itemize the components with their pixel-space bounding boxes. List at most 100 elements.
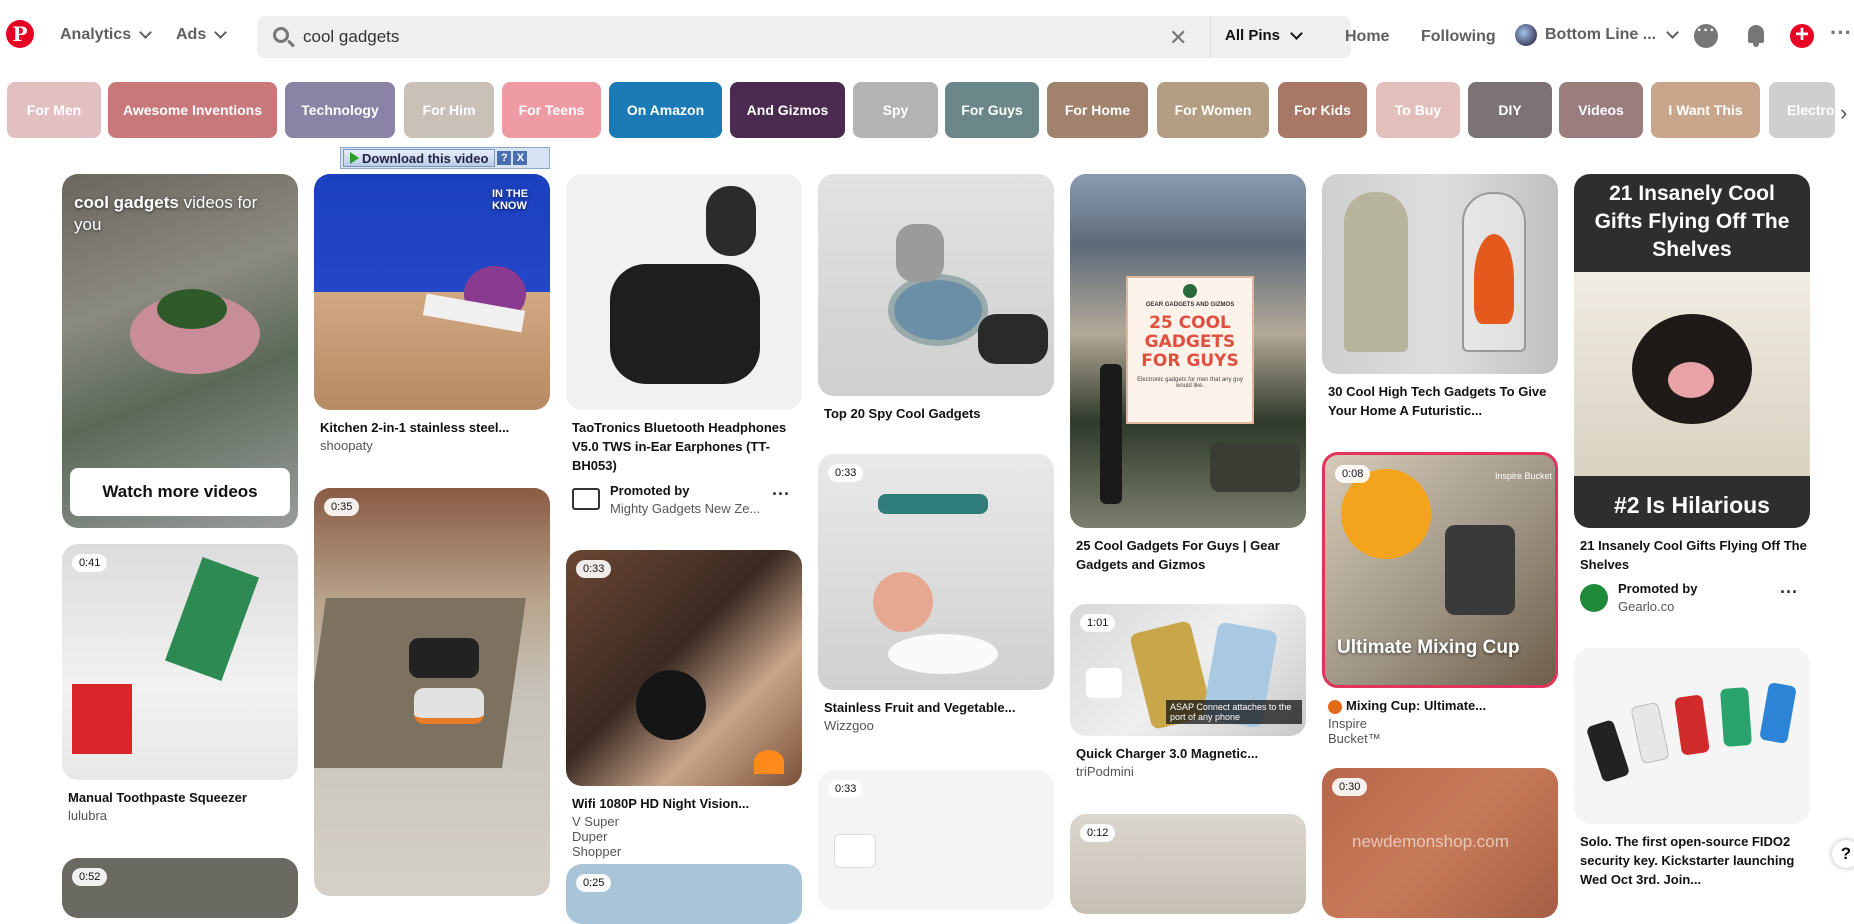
pin-title[interactable]: Mixing Cup: Ultimate... bbox=[1346, 696, 1556, 715]
videos-card-heading: cool gadgets videos for you bbox=[74, 192, 274, 236]
chip-label: Awesome Inventions bbox=[122, 102, 262, 118]
chip-diy[interactable]: DIY bbox=[1468, 82, 1552, 138]
chip-for-teens[interactable]: For Teens bbox=[502, 82, 601, 138]
chip-label: To Buy bbox=[1394, 102, 1442, 118]
pin-title[interactable]: 30 Cool High Tech Gadgets To Give Your H… bbox=[1328, 382, 1558, 420]
home-link[interactable]: Home bbox=[1345, 28, 1389, 46]
analytics-label: Analytics bbox=[60, 26, 132, 43]
chip-for-guys[interactable]: For Guys bbox=[945, 82, 1039, 138]
pin-title[interactable]: TaoTronics Bluetooth Headphones V5.0 TWS… bbox=[572, 418, 802, 475]
help-icon[interactable]: ? bbox=[497, 151, 512, 165]
pin-title[interactable]: Kitchen 2-in-1 stainless steel... bbox=[320, 418, 550, 437]
profile-menu[interactable]: Bottom Line ... bbox=[1515, 24, 1679, 46]
brand-logo-icon bbox=[834, 834, 876, 868]
chip-for-him[interactable]: For Him bbox=[404, 82, 494, 138]
chip-awesome-inventions[interactable]: Awesome Inventions bbox=[108, 82, 277, 138]
advertiser-name[interactable]: Gearlo.co bbox=[1618, 598, 1674, 616]
chip-and-gizmos[interactable]: And Gizmos bbox=[730, 82, 845, 138]
chip-label: For Home bbox=[1064, 102, 1131, 118]
security-key-shape bbox=[1585, 719, 1631, 783]
pin-title[interactable]: Solo. The first open-source FIDO2 securi… bbox=[1580, 832, 1810, 889]
chip-label: For Kids bbox=[1294, 102, 1351, 118]
notifications-bell-icon[interactable] bbox=[1744, 24, 1768, 48]
help-button[interactable]: ? bbox=[1832, 840, 1854, 868]
chip-for-home[interactable]: For Home bbox=[1047, 82, 1148, 138]
clear-search-icon[interactable]: ✕ bbox=[1169, 25, 1187, 51]
pin-image: Inspire Bucket Ultimate Mixing Cup 0:08 bbox=[1322, 452, 1558, 688]
messages-icon[interactable] bbox=[1694, 22, 1718, 48]
camera-shape bbox=[636, 670, 706, 740]
chip-i-want-this[interactable]: I Want This bbox=[1651, 82, 1760, 138]
pin-title[interactable]: 25 Cool Gadgets For Guys | Gear Gadgets … bbox=[1076, 536, 1306, 574]
cup-shape bbox=[1445, 525, 1515, 615]
search-input[interactable] bbox=[303, 16, 1003, 58]
advertiser-name[interactable]: Mighty Gadgets New Ze... bbox=[610, 500, 760, 518]
shoe-shape bbox=[414, 688, 484, 724]
more-options-icon[interactable]: ··· bbox=[1830, 20, 1854, 45]
pinterest-logo-icon[interactable]: P bbox=[6, 20, 34, 48]
gear-infographic-card: GEAR GADGETS AND GIZMOS 25 COOL GADGETS … bbox=[1126, 276, 1254, 424]
chip-for-kids[interactable]: For Kids bbox=[1278, 82, 1367, 138]
chip-for-women[interactable]: For Women bbox=[1157, 82, 1269, 138]
pin-title[interactable]: Manual Toothpaste Squeezer bbox=[68, 788, 298, 807]
create-plus-icon[interactable]: + bbox=[1790, 23, 1814, 48]
pin-source[interactable]: Wizzgoo bbox=[824, 718, 874, 733]
play-icon bbox=[350, 152, 359, 164]
pin-image: 0:52 bbox=[62, 858, 298, 918]
download-video-bar: Download this video ? X bbox=[340, 147, 550, 169]
chip-technology[interactable]: Technology bbox=[285, 82, 395, 138]
all-pins-filter[interactable]: All Pins bbox=[1225, 26, 1303, 44]
chip-spy[interactable]: Spy bbox=[853, 82, 938, 138]
download-video-button[interactable]: Download this video bbox=[343, 149, 496, 167]
chip-videos[interactable]: Videos bbox=[1559, 82, 1643, 138]
video-duration-badge: 0:33 bbox=[828, 464, 864, 482]
flip-lid-shape bbox=[896, 224, 944, 282]
pin-title[interactable]: Wifi 1080P HD Night Vision... bbox=[572, 794, 802, 813]
guided-search-chips: For Men Awesome Inventions Technology Fo… bbox=[0, 82, 1854, 138]
pin-more-icon[interactable]: ··· bbox=[772, 484, 790, 505]
security-key-shape bbox=[1720, 687, 1752, 747]
chevron-down-icon bbox=[1290, 26, 1303, 40]
ads-label: Ads bbox=[176, 26, 207, 43]
chevron-down-icon bbox=[1666, 26, 1679, 39]
pin-image: 21 Insanely Cool Gifts Flying Off The Sh… bbox=[1574, 174, 1810, 528]
chip-to-buy[interactable]: To Buy bbox=[1376, 82, 1460, 138]
pin-title[interactable]: 21 Insanely Cool Gifts Flying Off The Sh… bbox=[1580, 536, 1810, 574]
chip-electro[interactable]: Electro bbox=[1769, 82, 1835, 138]
in-the-know-watermark: IN THE KNOW bbox=[492, 188, 529, 212]
pin-source[interactable]: shoopaty bbox=[320, 438, 373, 453]
close-icon[interactable]: X bbox=[513, 151, 528, 165]
video-duration-badge: 0:30 bbox=[1332, 778, 1368, 796]
chevron-down-icon bbox=[214, 26, 228, 39]
chip-for-men[interactable]: For Men bbox=[7, 82, 101, 138]
watch-more-videos-button[interactable]: Watch more videos bbox=[70, 468, 290, 516]
chip-label: Electro bbox=[1787, 102, 1835, 118]
pin-more-icon[interactable]: ··· bbox=[1780, 582, 1798, 603]
gear-brand-text: GEAR GADGETS AND GIZMOS bbox=[1145, 302, 1235, 308]
photo-area bbox=[1574, 272, 1810, 476]
pin-source[interactable]: lulubra bbox=[68, 808, 107, 823]
pin-image: 0:35 bbox=[314, 488, 550, 896]
brand-logo-icon bbox=[1086, 668, 1122, 698]
pin-title[interactable]: Top 20 Spy Cool Gadgets bbox=[824, 404, 1054, 423]
advertiser-logo-icon bbox=[572, 488, 600, 510]
pin-image bbox=[1574, 648, 1810, 824]
strap-shape bbox=[978, 314, 1048, 364]
chevron-right-icon[interactable]: › bbox=[1840, 100, 1847, 126]
video-duration-badge: 0:52 bbox=[72, 868, 108, 886]
video-duration-badge: 0:33 bbox=[828, 780, 864, 798]
chip-label: Videos bbox=[1578, 102, 1624, 118]
chip-on-amazon[interactable]: On Amazon bbox=[609, 82, 722, 138]
pin-title[interactable]: Quick Charger 3.0 Magnetic... bbox=[1076, 744, 1306, 763]
analytics-dropdown[interactable]: Analytics bbox=[60, 26, 153, 44]
pin-source[interactable]: triPodmini bbox=[1076, 764, 1134, 779]
pin-source[interactable]: V Super Duper Shopper bbox=[572, 814, 621, 859]
pin-source[interactable]: Inspire Bucket™ bbox=[1328, 716, 1381, 746]
following-link[interactable]: Following bbox=[1421, 28, 1496, 46]
insanely-overlay-footer: #2 Is Hilarious bbox=[1614, 492, 1770, 518]
pin-title[interactable]: Stainless Fruit and Vegetable... bbox=[824, 698, 1054, 717]
video-duration-badge: 0:33 bbox=[576, 560, 612, 578]
chip-label: Spy bbox=[882, 102, 909, 118]
watch-face-shape bbox=[888, 274, 988, 346]
ads-dropdown[interactable]: Ads bbox=[176, 26, 228, 44]
